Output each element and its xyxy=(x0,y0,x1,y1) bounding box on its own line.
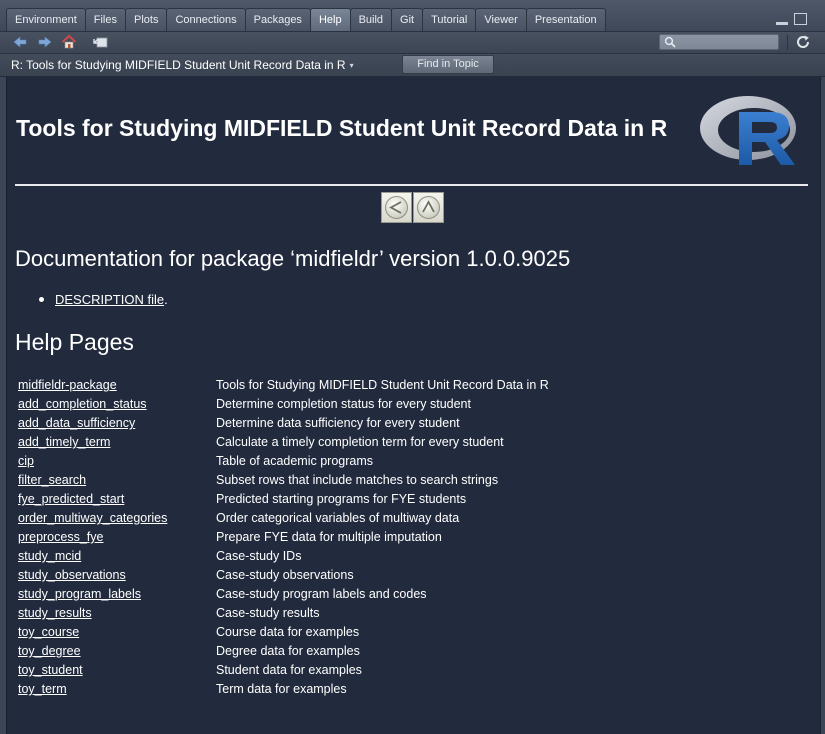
help-page-link[interactable]: midfieldr-package xyxy=(18,378,117,392)
description-suffix: . xyxy=(164,292,168,307)
page-title: Tools for Studying MIDFIELD Student Unit… xyxy=(16,115,668,141)
help-search-input[interactable] xyxy=(680,35,774,49)
topic-title: R: Tools for Studying MIDFIELD Student U… xyxy=(11,58,346,72)
help-page-link[interactable]: study_observations xyxy=(18,568,126,582)
left-arrow-icon xyxy=(389,201,402,214)
help-content: Tools for Studying MIDFIELD Student Unit… xyxy=(6,77,821,734)
help-page-description: Degree data for examples xyxy=(216,644,360,658)
top-nav-button[interactable] xyxy=(413,192,444,223)
tab-git[interactable]: Git xyxy=(391,8,424,31)
up-arrow-icon xyxy=(422,200,435,213)
toolbar-separator xyxy=(787,35,788,50)
help-page-description: Calculate a timely completion term for e… xyxy=(216,435,504,449)
help-page-description: Determine data sufficiency for every stu… xyxy=(216,416,460,430)
r-logo-letter: R xyxy=(699,92,700,93)
tab-connections[interactable]: Connections xyxy=(166,8,246,31)
help-page-description: Term data for examples xyxy=(216,682,347,696)
tab-packages[interactable]: Packages xyxy=(244,8,311,31)
help-page-link[interactable]: add_completion_status xyxy=(18,397,147,411)
help-page-link[interactable]: add_timely_term xyxy=(18,435,110,449)
help-page-link[interactable]: study_mcid xyxy=(18,549,81,563)
help-toolbar xyxy=(0,32,825,54)
help-page-description: Case-study IDs xyxy=(216,549,302,563)
tab-environment[interactable]: Environment xyxy=(6,8,86,31)
tab-help[interactable]: Help xyxy=(309,8,351,31)
window-controls xyxy=(776,13,807,25)
help-page-description: Subset rows that include matches to sear… xyxy=(216,473,499,487)
help-pages-heading: Help Pages xyxy=(15,329,134,355)
tab-presentation[interactable]: Presentation xyxy=(525,8,606,31)
topic-bar: R: Tools for Studying MIDFIELD Student U… xyxy=(0,54,825,77)
help-page-link[interactable]: study_program_labels xyxy=(18,587,141,601)
minimize-icon[interactable] xyxy=(776,22,788,25)
tab-viewer[interactable]: Viewer xyxy=(475,8,527,31)
help-page-description: Predicted starting programs for FYE stud… xyxy=(216,492,467,506)
help-search-box[interactable] xyxy=(659,34,779,50)
help-page-link[interactable]: fye_predicted_start xyxy=(18,492,124,506)
refresh-icon[interactable] xyxy=(795,34,811,50)
help-page-link[interactable]: filter_search xyxy=(18,473,86,487)
help-page-description: Table of academic programs xyxy=(216,454,374,468)
chevron-down-icon: ▾ xyxy=(349,61,354,70)
help-page-link[interactable]: study_results xyxy=(18,606,92,620)
tab-build[interactable]: Build xyxy=(349,8,393,31)
description-list-item: DESCRIPTION file. xyxy=(39,292,168,307)
home-icon[interactable] xyxy=(61,34,77,50)
tab-tutorial[interactable]: Tutorial xyxy=(422,8,477,31)
back-arrow-icon[interactable] xyxy=(12,34,28,50)
help-page-description: Case-study results xyxy=(216,606,320,620)
tab-plots[interactable]: Plots xyxy=(125,8,168,31)
help-page-link[interactable]: cip xyxy=(18,454,34,468)
help-page-link[interactable]: preprocess_fye xyxy=(18,530,103,544)
help-page-description: Case-study observations xyxy=(216,568,354,582)
r-logo: R xyxy=(699,92,796,165)
pane-tab-bar: Environment Files Plots Connections Pack… xyxy=(0,0,825,32)
bullet-icon xyxy=(39,297,44,302)
tab-list: Environment Files Plots Connections Pack… xyxy=(6,8,606,31)
documentation-heading: Documentation for package ‘midfieldr’ ve… xyxy=(15,246,571,271)
help-page-link[interactable]: toy_student xyxy=(18,663,83,677)
help-page-description: Prepare FYE data for multiple imputation xyxy=(216,530,442,544)
find-in-topic-button[interactable]: Find in Topic xyxy=(402,55,494,74)
help-page-description: Student data for examples xyxy=(216,663,362,677)
up-nav-button[interactable] xyxy=(381,192,412,223)
help-page-link[interactable]: toy_term xyxy=(18,682,67,696)
title-divider xyxy=(15,184,808,186)
help-page-link[interactable]: toy_course xyxy=(18,625,79,639)
description-file-link[interactable]: DESCRIPTION file xyxy=(55,292,164,307)
help-page-description: Course data for examples xyxy=(216,625,360,639)
search-icon xyxy=(664,36,676,48)
help-page-description: Tools for Studying MIDFIELD Student Unit… xyxy=(216,378,549,392)
help-page-description: Order categorical variables of multiway … xyxy=(216,511,460,525)
help-page-link[interactable]: toy_degree xyxy=(18,644,81,658)
help-page-description: Case-study program labels and codes xyxy=(216,587,427,601)
help-page-link[interactable]: order_multiway_categories xyxy=(18,511,167,525)
help-page-link[interactable]: add_data_sufficiency xyxy=(18,416,135,430)
forward-arrow-icon[interactable] xyxy=(37,34,53,50)
popout-icon[interactable] xyxy=(93,34,109,50)
topic-dropdown[interactable]: R: Tools for Studying MIDFIELD Student U… xyxy=(11,58,354,72)
help-page-description: Determine completion status for every st… xyxy=(216,397,471,411)
tab-files[interactable]: Files xyxy=(84,8,126,31)
maximize-icon[interactable] xyxy=(794,13,807,25)
